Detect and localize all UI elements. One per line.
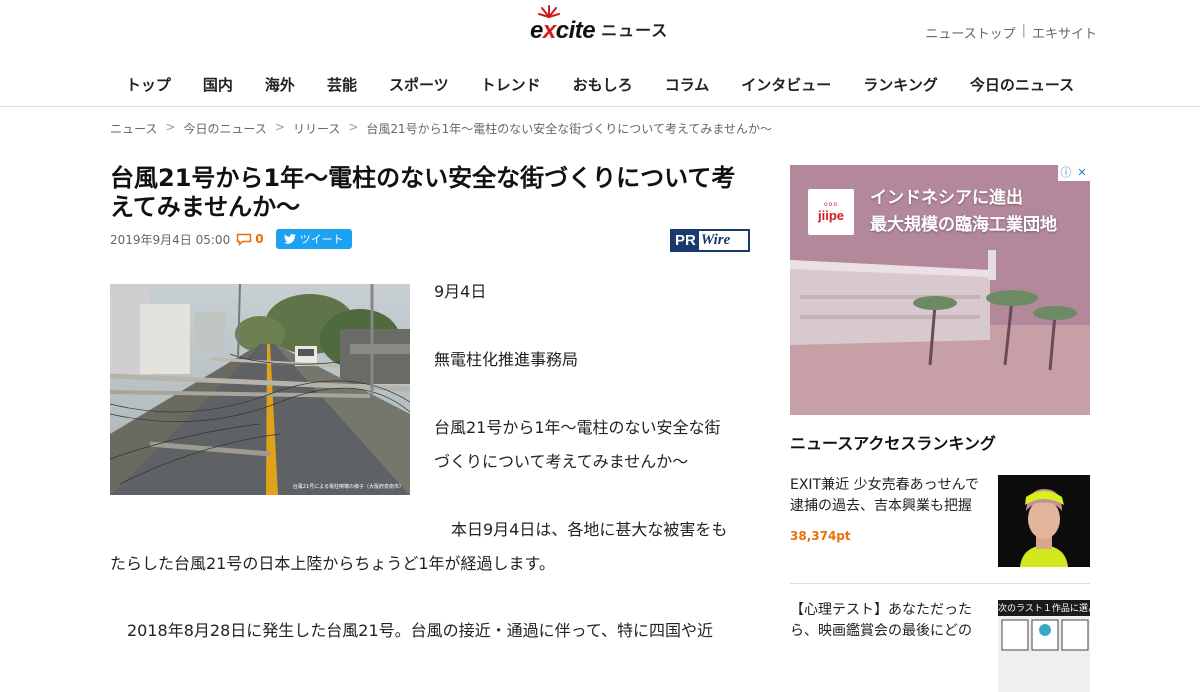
- breadcrumb-today[interactable]: 今日のニュース: [183, 120, 266, 137]
- ranking-thumb-text: 次のラスト１作品に選んだジ: [998, 604, 1090, 614]
- ad-logo-word: jiipe: [817, 208, 844, 223]
- comment-count: 0: [255, 232, 264, 246]
- fallen-utility-poles-photo: [110, 284, 410, 495]
- comment-link[interactable]: 0: [234, 232, 271, 246]
- top-links: ニューストップ | エキサイト: [925, 23, 1097, 42]
- body-para2-line1: 2018年8月28日に発生した台風21号。台風の接近・通過に伴って、特に四国や近: [127, 621, 714, 640]
- logo-suffix: ニュース: [601, 21, 669, 40]
- article-title: 台風21号から1年～電柱のない安全な街づくりについて考えてみませんか～: [110, 164, 736, 221]
- article-meta: 2019年9月4日 05:00 0 ツイート: [110, 229, 352, 249]
- site-header: excite ニュース ニューストップ | エキサイト トップ 国内 海外 芸能…: [0, 0, 1200, 107]
- tweet-button[interactable]: ツイート: [275, 229, 352, 249]
- article-photo[interactable]: 台風21号による電柱倒壊の様子（大阪府泉南市）: [110, 284, 410, 495]
- nav-item-fun[interactable]: おもしろ: [557, 74, 649, 96]
- breadcrumb-separator: >: [165, 120, 176, 134]
- nav-item-sports[interactable]: スポーツ: [373, 74, 465, 96]
- breadcrumb-news[interactable]: ニュース: [110, 120, 157, 137]
- site-logo[interactable]: excite ニュース: [530, 5, 669, 46]
- ad-copy-line1: インドネシアに進出: [870, 188, 1023, 208]
- logo-text: excite: [530, 17, 596, 44]
- ranking-item-thumbnail: [998, 475, 1090, 567]
- ad-logo-dots: ooo: [823, 201, 838, 208]
- tweet-label: ツイート: [299, 233, 344, 246]
- breadcrumb: ニュース > 今日のニュース > リリース > 台風21号から1年～電柱のない安…: [110, 120, 772, 137]
- prwire-logo[interactable]: PR Wire: [670, 229, 750, 252]
- comment-icon: [236, 233, 252, 246]
- ad-copy-line2: 最大規模の臨海工業団地: [870, 215, 1057, 235]
- ranking-item-thumbnail: 次のラスト１作品に選んだジ: [998, 600, 1090, 692]
- nav-item-overseas[interactable]: 海外: [249, 74, 311, 96]
- breadcrumb-release[interactable]: リリース: [293, 120, 340, 137]
- ranking-item[interactable]: EXIT兼近 少女売春あっせんで逮捕の過去、吉本興業も把握 38,374pt: [790, 475, 1090, 567]
- sidebar-ad[interactable]: ⓘ ✕ ooo jiipe インドネシアに進出 最大規模の臨海工業団地: [790, 165, 1090, 415]
- twitter-bird-icon: [283, 234, 296, 244]
- nav-item-column[interactable]: コラム: [649, 74, 726, 96]
- ad-info-icon[interactable]: ⓘ: [1058, 165, 1074, 181]
- breadcrumb-separator: >: [348, 120, 359, 134]
- logo-spark-icon: [538, 5, 560, 18]
- ranking-item-title: EXIT兼近 少女売春あっせんで逮捕の過去、吉本興業も把握: [790, 477, 979, 514]
- breadcrumb-current: 台風21号から1年～電柱のない安全な街づくりについて考えてみませんか～: [366, 122, 772, 136]
- ranking-item[interactable]: 【心理テスト】あなただったら、映画鑑賞会の最後にどの 次のラスト１作品に選んだジ: [790, 600, 1090, 692]
- ranking-title: ニュースアクセスランキング: [790, 434, 996, 453]
- prwire-pr: PR: [672, 231, 699, 250]
- ad-copy: インドネシアに進出 最大規模の臨海工業団地: [870, 185, 1057, 239]
- photo-caption: 台風21号による電柱倒壊の様子（大阪府泉南市）: [292, 484, 404, 490]
- main-nav: トップ 国内 海外 芸能 スポーツ トレンド おもしろ コラム インタビュー ラ…: [0, 74, 1200, 96]
- nav-item-interview[interactable]: インタビュー: [725, 74, 847, 96]
- body-date-line: 9月4日: [434, 282, 487, 301]
- nav-item-domestic[interactable]: 国内: [187, 74, 249, 96]
- body-headline-line1: 台風21号から1年～電柱のない安全な街: [434, 418, 721, 437]
- nav-item-trend[interactable]: トレンド: [465, 74, 557, 96]
- breadcrumb-separator: >: [274, 120, 285, 134]
- nav-item-top[interactable]: トップ: [110, 74, 187, 96]
- article-date: 2019年9月4日 05:00: [110, 232, 231, 247]
- link-excite[interactable]: エキサイト: [1032, 23, 1097, 42]
- body-para1-line2: たらした台風21号の日本上陸からちょうど1年が経過します。: [110, 554, 555, 573]
- prwire-wire: Wire: [700, 232, 731, 248]
- portrait-thumbnail-image: [998, 475, 1090, 567]
- body-para1-line1: 本日9月4日は、各地に甚大な被害をも: [451, 520, 728, 539]
- ad-brand-logo: ooo jiipe: [808, 189, 854, 235]
- ad-choices[interactable]: ⓘ ✕: [1058, 165, 1090, 181]
- logo-wordmark: excite: [530, 5, 596, 46]
- body-headline-line2: づくりについて考えてみませんか～: [434, 452, 689, 471]
- body-office: 無電柱化推進事務局: [434, 350, 579, 369]
- link-news-top[interactable]: ニューストップ: [925, 23, 1015, 42]
- top-links-separator: |: [1021, 23, 1026, 38]
- nav-item-entertainment[interactable]: 芸能: [311, 74, 373, 96]
- nav-item-ranking[interactable]: ランキング: [847, 74, 954, 96]
- nav-item-today[interactable]: 今日のニュース: [954, 74, 1090, 96]
- ranking-item-title: 【心理テスト】あなただったら、映画鑑賞会の最後にどの: [790, 602, 972, 639]
- ad-close-icon[interactable]: ✕: [1074, 165, 1090, 181]
- ranking-divider: [790, 583, 1090, 584]
